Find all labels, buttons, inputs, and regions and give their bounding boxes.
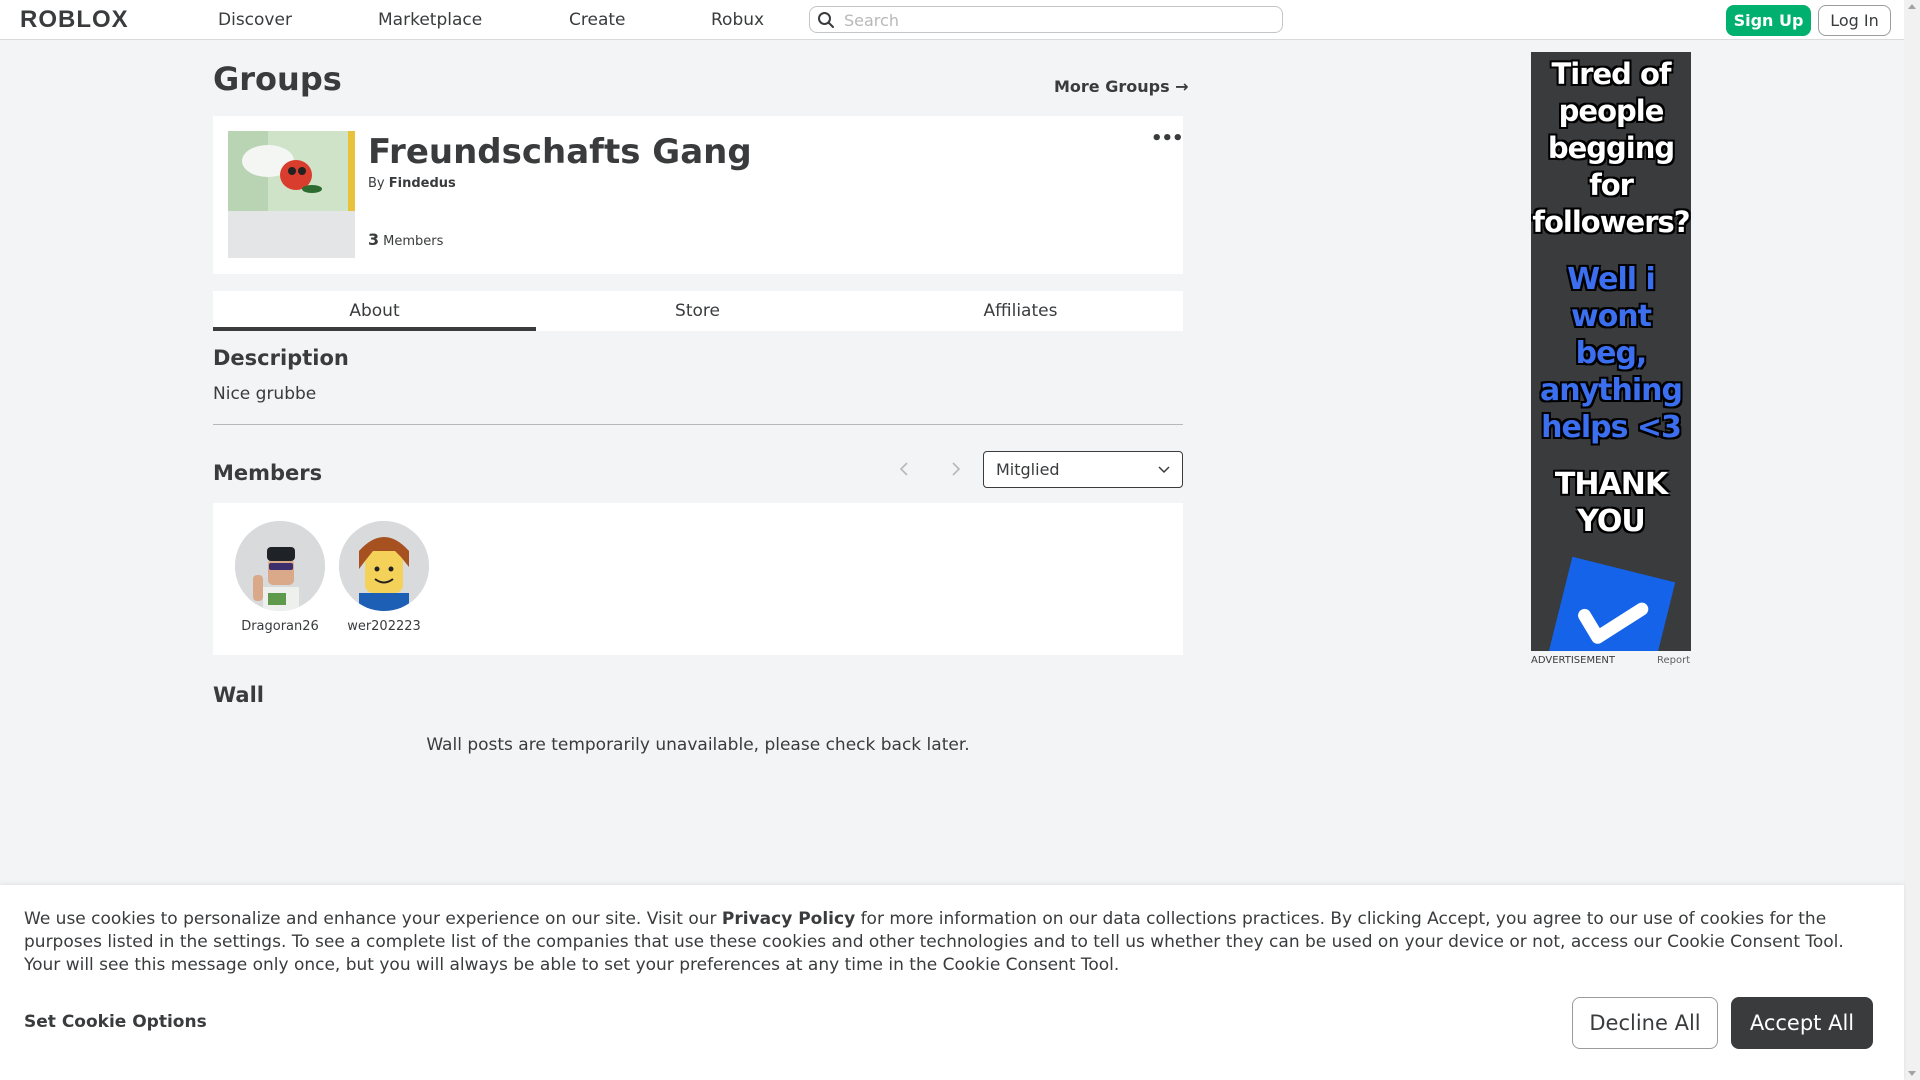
nav-link-robux[interactable]: Robux [711,10,764,30]
description-title: Description [213,346,349,370]
scrollbar[interactable] [1904,0,1920,1080]
members-list: Dragoran26 wer202223 [213,503,1183,655]
advertisement-banner[interactable]: Tired of people begging for followers? W… [1531,52,1691,651]
ad-text: people [1558,94,1665,128]
cookie-text: We use cookies to personalize and enhanc… [24,908,1884,977]
member-item[interactable]: Dragoran26 [230,521,330,634]
top-navigation: ROBLOX Discover Marketplace Create Robux… [0,0,1904,40]
tab-store[interactable]: Store [536,291,859,331]
owner-prefix: By [368,176,385,191]
role-select[interactable]: Mitglied [983,451,1183,488]
divider [213,424,1183,425]
more-groups-link[interactable]: More Groups → [1054,77,1189,96]
nav-link-discover[interactable]: Discover [218,10,292,30]
group-emblem-image [228,131,355,211]
chevron-right-icon[interactable] [950,458,962,482]
role-select-value: Mitglied [996,460,1060,479]
ad-text: YOU [1577,504,1646,539]
nav-link-create[interactable]: Create [569,10,626,30]
roblox-logo[interactable]: ROBLOX [20,6,129,34]
search-box[interactable] [809,6,1283,33]
member-count-number: 3 [368,230,380,249]
member-count: 3 Members [368,230,443,249]
ellipsis-icon[interactable]: ••• [1151,128,1184,149]
login-button[interactable]: Log In [1818,5,1891,36]
members-title: Members [213,461,323,485]
chevron-left-icon[interactable] [898,458,910,482]
group-owner: By Findedus [368,176,456,191]
member-name: wer202223 [347,619,421,634]
ad-text: followers? [1532,205,1690,239]
scroll-down-icon[interactable] [1908,1071,1916,1076]
avatar [235,521,325,611]
tab-affiliates[interactable]: Affiliates [859,291,1182,331]
privacy-policy-link[interactable]: Privacy Policy [722,909,855,929]
member-item[interactable]: wer202223 [334,521,434,634]
cookie-banner: We use cookies to personalize and enhanc… [0,885,1904,1080]
group-tabs: About Store Affiliates [213,291,1183,331]
scroll-up-icon[interactable] [1908,4,1916,9]
ad-report-link[interactable]: Report [1657,655,1690,666]
ad-text: Well i [1567,262,1656,297]
ad-text: THANK [1554,467,1668,502]
ad-text: anything [1540,373,1683,408]
owner-link[interactable]: Findedus [389,176,456,191]
avatar [339,521,429,611]
ad-text: wont beg, [1570,299,1652,371]
member-name: Dragoran26 [241,619,319,634]
member-count-label: Members [383,234,444,249]
wall-title: Wall [213,683,264,707]
ad-text: for [1589,168,1634,202]
ad-text: begging [1547,131,1675,165]
ad-text: Tired of [1551,57,1671,91]
signup-button[interactable]: Sign Up [1726,5,1811,36]
ad-text: helps <3 [1541,410,1682,445]
wall-message: Wall posts are temporarily unavailable, … [426,735,970,755]
chevron-down-icon [1158,466,1170,474]
cookie-text-part: We use cookies to personalize and enhanc… [24,909,722,929]
group-emblem [228,131,355,258]
search-input[interactable] [842,9,1276,31]
set-cookie-options-link[interactable]: Set Cookie Options [24,1012,207,1032]
description-text: Nice grubbe [213,384,317,404]
checkmark-icon [1546,556,1676,651]
nav-link-marketplace[interactable]: Marketplace [378,10,482,30]
group-name: Freundschafts Gang [368,132,752,172]
tab-about[interactable]: About [213,291,536,331]
decline-all-button[interactable]: Decline All [1572,997,1718,1049]
search-icon [818,12,834,28]
group-header-card: Freundschafts Gang By Findedus 3 Members … [213,116,1184,274]
page-title: Groups [213,60,342,98]
accept-all-button[interactable]: Accept All [1731,997,1873,1049]
ad-label: ADVERTISEMENT [1531,655,1616,666]
